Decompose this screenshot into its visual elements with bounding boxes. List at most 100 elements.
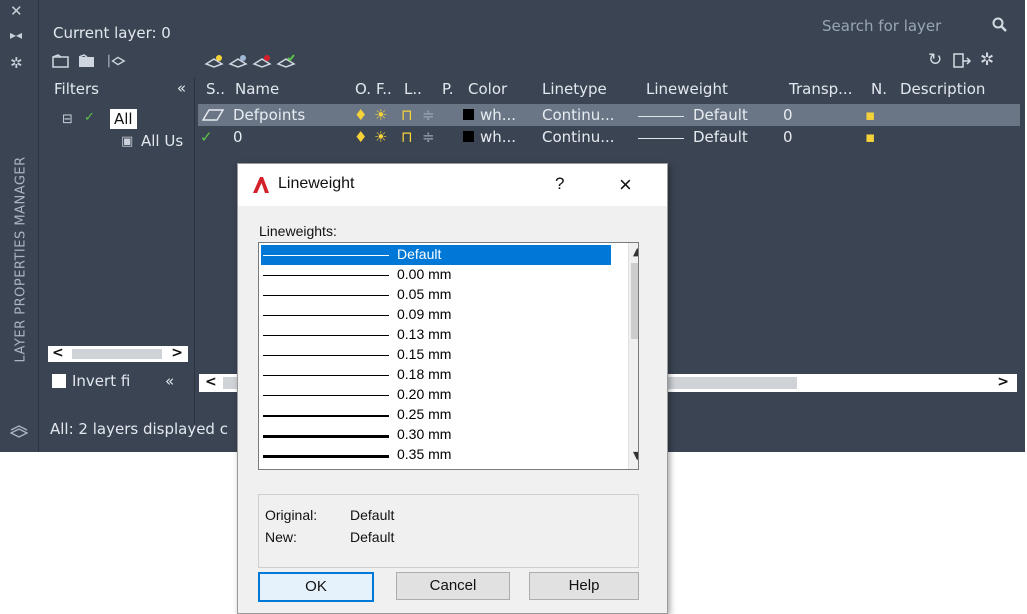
layer-states-manager-icon[interactable]: [108, 54, 126, 68]
scroll-left-icon[interactable]: <: [205, 374, 217, 390]
layer-transparency[interactable]: 0: [783, 128, 793, 146]
dialog-titlebar[interactable]: Lineweight ? ×: [238, 164, 667, 206]
col-name[interactable]: Name: [235, 80, 279, 98]
lineweight-option[interactable]: 0.18 mm: [261, 365, 611, 385]
scroll-thumb[interactable]: [631, 263, 638, 339]
col-color[interactable]: Color: [468, 80, 507, 98]
vp-freeze-icon[interactable]: ▪: [865, 106, 875, 124]
col-freeze[interactable]: F..: [376, 80, 392, 98]
lineweight-option[interactable]: Default: [261, 245, 611, 265]
layer-lineweight[interactable]: Default: [693, 128, 748, 146]
on-bulb-icon[interactable]: ♦: [354, 128, 367, 146]
vp-freeze-icon[interactable]: ▪: [865, 128, 875, 146]
new-property-filter-icon[interactable]: [52, 54, 70, 68]
scroll-down-icon[interactable]: ▼: [633, 449, 638, 462]
col-lineweight[interactable]: Lineweight: [646, 80, 728, 98]
collapse-pane-button[interactable]: «: [165, 372, 174, 390]
search-placeholder: Search for layer: [822, 17, 942, 35]
scroll-right-icon[interactable]: >: [171, 345, 183, 361]
new-value: Default: [350, 529, 395, 545]
status-text: All: 2 layers displayed c: [50, 420, 228, 438]
layer-settings-icon[interactable]: [952, 52, 972, 70]
lineweight-sample-line: [263, 295, 389, 296]
lineweight-option[interactable]: 0.05 mm: [261, 285, 611, 305]
lineweight-sample-line: [263, 455, 389, 458]
lineweight-option[interactable]: 0.20 mm: [261, 385, 611, 405]
plot-icon[interactable]: ≑: [422, 106, 435, 124]
invert-filter-checkbox[interactable]: Invert fi: [52, 372, 130, 390]
tree-collapse-icon[interactable]: ⊟: [62, 112, 73, 127]
col-linetype[interactable]: Linetype: [542, 80, 607, 98]
col-new-vp-freeze[interactable]: N.: [871, 80, 887, 98]
layer-row[interactable]: ✓ 0 ♦ ☀ ⊓ ≑ wh... Continu... Default 0 ▪: [198, 126, 1020, 148]
filters-header: Filters «: [46, 78, 194, 102]
col-transparency[interactable]: Transp...: [789, 80, 852, 98]
search-icon[interactable]: [992, 17, 1008, 33]
lineweight-sample-line: [263, 435, 389, 438]
current-layer-label: Current layer: 0: [53, 24, 171, 42]
close-icon[interactable]: ✕: [10, 2, 23, 20]
thaw-sun-icon[interactable]: ☀: [374, 106, 387, 124]
new-layer-icon[interactable]: [204, 54, 224, 68]
lineweight-option[interactable]: 0.09 mm: [261, 305, 611, 325]
lineweight-option[interactable]: 0.15 mm: [261, 345, 611, 365]
on-bulb-icon[interactable]: ♦: [354, 106, 367, 124]
close-icon[interactable]: ×: [619, 172, 632, 198]
col-on[interactable]: O.: [355, 80, 371, 98]
delete-layer-icon[interactable]: [252, 54, 272, 68]
plot-icon[interactable]: ≑: [422, 128, 435, 146]
tree-item-all[interactable]: All: [110, 109, 137, 129]
current-check-icon: ✓: [200, 128, 213, 146]
set-current-icon[interactable]: [276, 54, 296, 68]
refresh-icon[interactable]: ↻: [928, 50, 942, 70]
layer-linetype[interactable]: Continu...: [542, 106, 615, 124]
col-status[interactable]: S..: [206, 80, 225, 98]
lineweight-sample: [638, 116, 684, 117]
layer-color[interactable]: wh...: [463, 128, 516, 146]
help-icon[interactable]: ?: [555, 174, 564, 194]
lineweight-option[interactable]: 0.25 mm: [261, 405, 611, 425]
layer-color[interactable]: wh...: [463, 106, 516, 124]
layer-name[interactable]: Defpoints: [233, 106, 305, 124]
lineweight-option-label: 0.00 mm: [397, 266, 452, 282]
help-button[interactable]: Help: [529, 572, 639, 600]
layer-name[interactable]: 0: [233, 128, 243, 146]
lineweight-dialog: Lineweight ? × Lineweights: Default 0.00 …: [237, 163, 668, 614]
new-layer-vp-frozen-icon[interactable]: [228, 54, 248, 68]
layer-lineweight[interactable]: Default: [693, 106, 748, 124]
lineweight-option[interactable]: 0.13 mm: [261, 325, 611, 345]
collapse-filters-button[interactable]: «: [177, 79, 186, 97]
list-scrollbar[interactable]: ▲ ▼: [628, 243, 638, 469]
col-plot[interactable]: P.: [442, 80, 453, 98]
col-description[interactable]: Description: [900, 80, 985, 98]
gear-icon[interactable]: ✲: [980, 50, 994, 70]
lineweight-sample-line: [263, 315, 389, 316]
layer-transparency[interactable]: 0: [783, 106, 793, 124]
scroll-thumb[interactable]: [72, 349, 162, 359]
col-lock[interactable]: L..: [404, 80, 422, 98]
tree-item-all-used[interactable]: All Us: [141, 132, 183, 150]
scroll-right-icon[interactable]: >: [997, 374, 1009, 390]
cancel-button[interactable]: Cancel: [396, 572, 510, 600]
scroll-up-icon[interactable]: ▲: [633, 245, 638, 258]
unlock-icon[interactable]: ⊓: [401, 128, 413, 146]
lineweight-option[interactable]: 0.35 mm: [261, 445, 611, 465]
lineweights-list[interactable]: Default 0.00 mm 0.05 mm 0.09 mm 0.13 mm 0.15 …: [258, 242, 639, 470]
layer-status-icon: [202, 109, 224, 121]
dialog-title: Lineweight: [278, 175, 355, 192]
unlock-icon[interactable]: ⊓: [401, 106, 413, 124]
autohide-icon[interactable]: ▸◂: [10, 28, 22, 42]
layer-row[interactable]: Defpoints ♦ ☀ ⊓ ≑ wh... Continu... Defau…: [198, 104, 1020, 126]
lineweight-option[interactable]: 0.30 mm: [261, 425, 611, 445]
properties-icon[interactable]: ✲: [10, 54, 23, 72]
thaw-sun-icon[interactable]: ☀: [374, 128, 387, 146]
ok-button[interactable]: OK: [258, 572, 374, 602]
checkbox-box[interactable]: [52, 374, 66, 388]
new-group-filter-icon[interactable]: [78, 54, 96, 68]
filters-scrollbar[interactable]: < >: [48, 345, 188, 362]
lineweight-option[interactable]: 0.00 mm: [261, 265, 611, 285]
search-layer-input[interactable]: Search for layer: [812, 14, 1012, 38]
layer-linetype[interactable]: Continu...: [542, 128, 615, 146]
lineweight-option-label: 0.25 mm: [397, 406, 452, 422]
scroll-left-icon[interactable]: <: [52, 345, 64, 361]
